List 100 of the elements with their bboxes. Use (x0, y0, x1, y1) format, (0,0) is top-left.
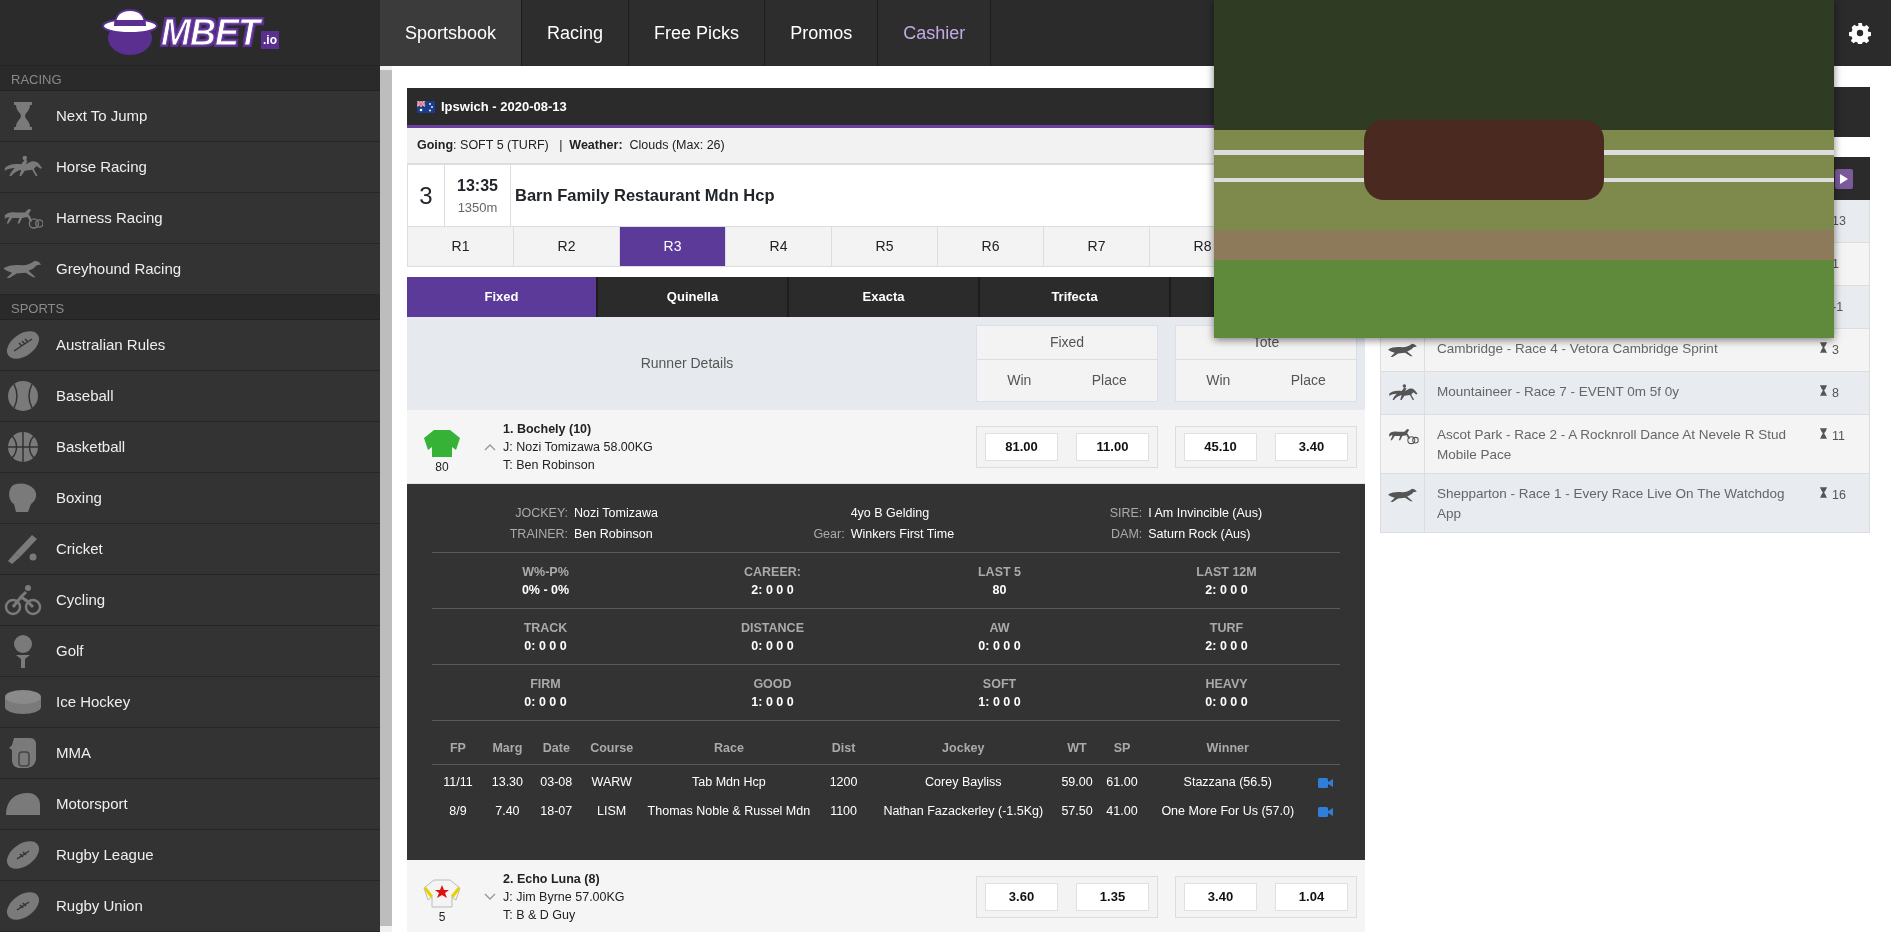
section-heading: SPORTS (0, 295, 380, 320)
nav-tab[interactable]: Sportsbook (380, 0, 523, 66)
settings-icon[interactable] (1849, 22, 1871, 44)
table-header: Race (641, 732, 817, 765)
runner-rating: 5 (438, 908, 446, 926)
dog-icon (1385, 486, 1420, 504)
detail-label: DAM: (1110, 525, 1143, 543)
stat-value: 2: 0 0 0 (751, 582, 794, 597)
detail-value: Saturn Rock (Aus) (1148, 525, 1252, 543)
golf-tee-icon (11, 634, 35, 668)
scrollbar-thumb[interactable] (380, 70, 392, 926)
next-race-row[interactable]: Shepparton - Race 1 - Every Race Live On The Watchdog App 16 (1380, 474, 1870, 533)
stat-label: AW (988, 619, 1011, 637)
table-cell-text: Thomas Noble & Russel Mdn (646, 803, 812, 821)
table-cell: Corey Bayliss (871, 764, 1056, 795)
race-title: Ipswich - 2020-08-13 (441, 97, 567, 116)
sidebar-item[interactable]: Boxing (0, 473, 380, 524)
stat-label: LAST 5 (976, 563, 1023, 581)
hat-logo-icon[interactable] (101, 7, 159, 58)
table-cell: 61.00 (1098, 764, 1146, 795)
bet-type-tab[interactable]: Fixed (407, 277, 598, 317)
detail-label: Gear: (813, 525, 845, 543)
runner-name: 1. Bochely (10) (503, 420, 593, 438)
odds-button[interactable]: 81.00 (985, 432, 1058, 461)
stat-value: 0: 0 0 0 (524, 694, 567, 709)
stat-value: 0: 0 0 0 (524, 638, 567, 653)
table-cell-text: 57.50 (1060, 803, 1094, 821)
section-heading: RACING (0, 66, 380, 91)
stat-value: 0: 0 0 0 (978, 638, 1021, 653)
trainer-text: T: Ben Robinson (503, 456, 596, 474)
stat-value: 2: 0 0 0 (1205, 582, 1248, 597)
race-tab[interactable]: R3 (620, 227, 726, 266)
table-header: Jockey (871, 732, 1056, 765)
race-number: 3 (408, 165, 445, 226)
race-time: 13:35 (457, 175, 498, 196)
sidebar-item[interactable]: Golf (0, 626, 380, 677)
stat-label: TRACK (522, 619, 569, 637)
stat-label: HEAVY (1204, 675, 1249, 693)
sidebar-item[interactable]: Motorsport (0, 779, 380, 830)
sidebar-item[interactable]: Baseball (0, 371, 380, 422)
odds-button[interactable]: 11.00 (1076, 432, 1149, 461)
sidebar-item[interactable]: Horse Racing (0, 142, 380, 193)
stat-label: SOFT (981, 675, 1018, 693)
cyclist-icon (4, 584, 42, 616)
video-camera-icon[interactable] (1317, 806, 1333, 817)
countdown: 16 (1832, 487, 1846, 504)
column-heading: Win (1007, 371, 1032, 390)
table-cell-text: Nathan Fazackerley (-1.5Kg) (882, 803, 1045, 821)
next-race-row[interactable]: Ascot Park - Race 2 - A Rocknroll Dance At Nevele R Stud Mobile Pace 11 (1380, 415, 1870, 474)
sidebar-item[interactable]: Basketball (0, 422, 380, 473)
play-button[interactable] (1835, 168, 1853, 189)
sidebar-item[interactable]: Harness Racing (0, 193, 380, 244)
sidebar-item[interactable]: Next To Jump (0, 91, 380, 142)
table-cell: 03-08 (530, 764, 582, 795)
stat-label: CAREER: (743, 563, 802, 581)
stat-value: 80 (992, 582, 1007, 597)
table-cell-text: 18-07 (539, 803, 574, 821)
odds-button[interactable]: 1.04 (1275, 882, 1348, 911)
sidebar-item[interactable]: Rugby League (0, 830, 380, 881)
race-distance: 1350m (457, 198, 498, 217)
table-header: WT (1055, 732, 1099, 765)
stat-label: LAST 12M (1195, 563, 1258, 581)
column-heading: Place (1091, 371, 1127, 390)
sidebar-item[interactable]: MMA (0, 728, 380, 779)
column-heading: Fixed (1049, 333, 1085, 352)
chevron-icon[interactable] (484, 892, 496, 901)
table-cell: Stazzana (56.5) (1145, 764, 1310, 795)
column-heading: Win (1206, 371, 1231, 390)
table-header: Winner (1145, 732, 1310, 765)
table-cell: WARW (581, 764, 642, 795)
sidebar-item[interactable]: Australian Rules (0, 320, 380, 371)
odds-button[interactable]: 1.35 (1076, 882, 1149, 911)
table-cell-text: 8/9 (448, 803, 468, 821)
sidebar-item[interactable]: Ice Hockey (0, 677, 380, 728)
odds-button[interactable]: 3.60 (985, 882, 1058, 911)
table-cell-text: 41.00 (1105, 803, 1139, 821)
chevron-icon[interactable] (484, 442, 496, 451)
sidebar-item[interactable]: Rugby Union (0, 881, 380, 932)
race-conditions: Going: SOFT 5 (TURF) | Weather: Clouds (Max: 26) (417, 137, 725, 155)
race-name: Shepparton - Race 1 - Every Race Live On The Watchdog App (1436, 485, 1786, 523)
cricket-bat-icon (6, 533, 40, 565)
stat-label: FIRM (529, 675, 562, 693)
odds-button[interactable]: 3.40 (1275, 432, 1348, 461)
detail-label: TRAINER: (509, 525, 569, 543)
sidebar-item[interactable]: Cricket (0, 524, 380, 575)
hourglass-icon (11, 100, 35, 132)
jockey-text: J: Jim Byrne 57.00KG (503, 888, 626, 906)
table-cell-text: 7.40 (494, 803, 521, 821)
odds-button[interactable]: 3.40 (1184, 882, 1257, 911)
race-name: Ascot Park - Race 2 - A Rocknroll Dance At Nevele R Stud Mobile Pace (1436, 426, 1787, 464)
detail-value: Winkers First Time (850, 525, 955, 543)
odds-button[interactable]: 45.10 (1184, 432, 1257, 461)
detail-value: Nozi Tomizawa (574, 505, 658, 522)
sidebar-item[interactable]: Cycling (0, 575, 380, 626)
table-cell-text: LISM (596, 803, 628, 821)
next-race-row[interactable]: Mountaineer - Race 7 - EVENT 0m 5f 0y 8 (1380, 372, 1870, 415)
basketball-icon (6, 431, 40, 463)
countdown: 8 (1832, 385, 1839, 402)
detail-label: JOCKEY: (514, 505, 569, 522)
video-camera-icon[interactable] (1317, 777, 1333, 788)
